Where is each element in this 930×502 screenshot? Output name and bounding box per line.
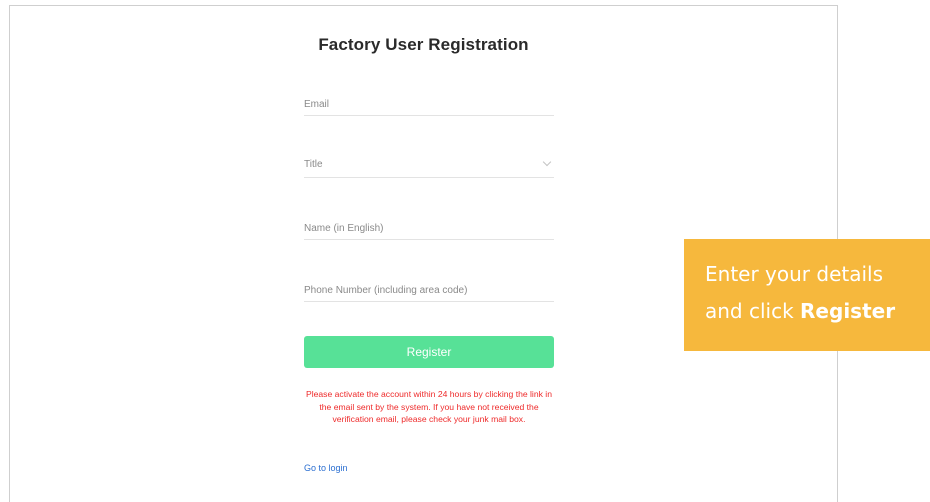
callout-line-2: and click Register [705, 293, 930, 330]
chevron-down-icon [542, 157, 552, 167]
callout-line-2-prefix: and click [705, 299, 801, 323]
page-title: Factory User Registration [318, 35, 529, 54]
go-to-login-link[interactable]: Go to login [304, 463, 348, 473]
activation-notice: Please activate the account within 24 ho… [305, 389, 552, 425]
register-button[interactable]: Register [304, 336, 554, 368]
instruction-callout: Enter your details and click Register [684, 239, 930, 351]
screenshot-stage: Factory User Registration Title Register… [0, 0, 930, 502]
email-field-wrapper [304, 94, 554, 116]
phone-field[interactable] [304, 280, 554, 301]
phone-field-wrapper [304, 280, 554, 302]
title-select[interactable]: Title [304, 156, 554, 178]
title-select-placeholder: Title [304, 159, 323, 170]
callout-line-1: Enter your details [705, 262, 883, 286]
name-field[interactable] [304, 218, 554, 239]
callout-register-emphasis: Register [800, 299, 896, 323]
email-field[interactable] [304, 94, 554, 115]
name-field-wrapper [304, 218, 554, 240]
